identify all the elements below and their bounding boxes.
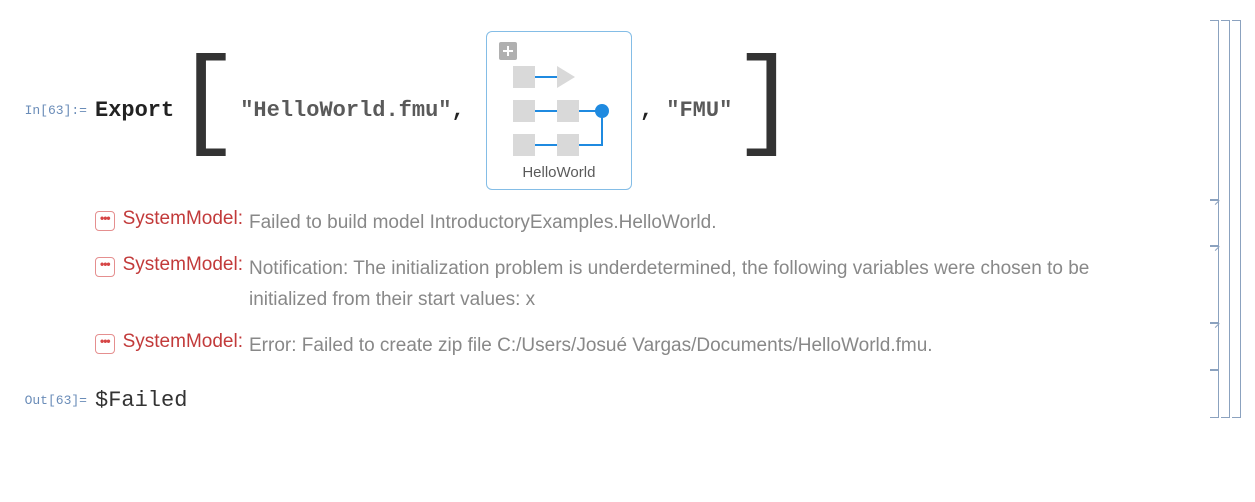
open-bracket: [ [174,55,240,154]
cell-bracket[interactable] [1210,200,1219,246]
model-caption: HelloWorld [522,164,595,181]
cell-bracket[interactable] [1210,323,1219,369]
group-bracket-outer[interactable] [1232,20,1241,418]
message-text: Error: Failed to create zip file C:/User… [249,331,933,361]
error-dots-icon[interactable]: ••• [95,211,115,231]
message-text: Failed to build model IntroductoryExampl… [249,208,716,238]
input-expression[interactable]: Export [ "HelloWorld.fmu" , [95,31,1245,190]
comma2: , [640,98,666,123]
message-tag: SystemModel: [123,254,243,276]
message-text: Notification: The initialization problem… [249,254,1135,315]
arg-filename: "HelloWorld.fmu" [240,98,451,123]
close-bracket: ] [732,55,798,154]
error-dots-icon[interactable]: ••• [95,257,115,277]
cell-bracket[interactable] [1210,246,1219,323]
model-diagram [499,66,619,156]
input-cell[interactable]: In[63]:= Export [ "HelloWorld.fmu" , [10,20,1245,200]
arg-format: "FMU" [666,98,732,123]
output-value[interactable]: $Failed [95,388,187,413]
input-label: In[63]:= [10,103,95,118]
message-cell: ••• SystemModel: Error: Failed to create… [10,323,1245,369]
error-dots-icon[interactable]: ••• [95,334,115,354]
output-label: Out[63]= [10,393,95,408]
message-tag: SystemModel: [123,208,243,230]
notebook-cell-group: In[63]:= Export [ "HelloWorld.fmu" , [10,20,1245,418]
fn-name: Export [95,98,174,123]
cell-bracket[interactable] [1210,370,1219,418]
output-cell: Out[63]= $Failed [10,370,1245,418]
system-model-object[interactable]: HelloWorld [486,31,632,190]
expand-icon[interactable] [499,42,517,60]
message-cell: ••• SystemModel: Notification: The initi… [10,246,1245,323]
message-tag: SystemModel: [123,331,243,353]
message-cell: ••• SystemModel: Failed to build model I… [10,200,1245,246]
group-bracket-inner[interactable] [1221,20,1230,418]
cell-bracket[interactable] [1210,20,1219,200]
comma: , [451,98,477,123]
